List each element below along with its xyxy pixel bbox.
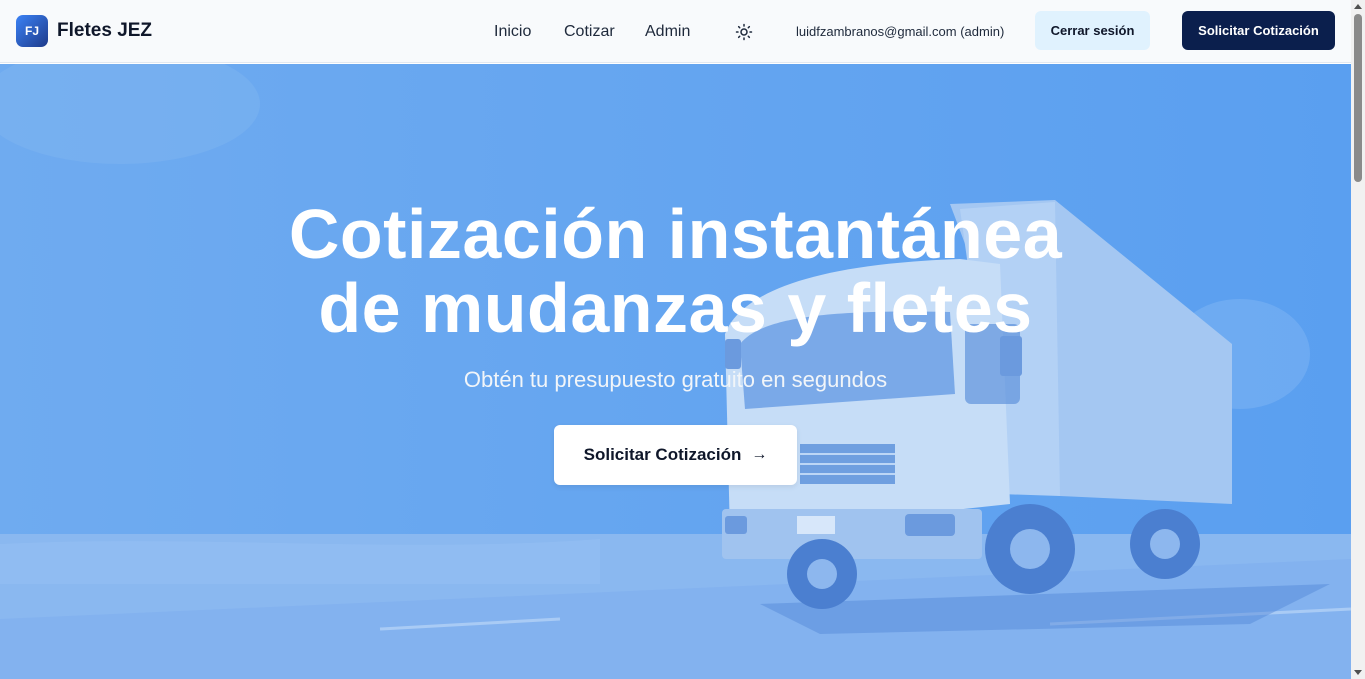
brand-name[interactable]: Fletes JEZ: [57, 20, 152, 42]
hero-title-line-1: Cotización instantánea: [288, 195, 1063, 273]
nav-link-inicio[interactable]: Inicio: [494, 22, 531, 42]
scrollbar-thumb[interactable]: [1354, 14, 1362, 182]
logo-badge[interactable]: FJ: [16, 15, 48, 47]
scroll-down-arrow-icon[interactable]: [1354, 670, 1362, 675]
hero-title: Cotización instantánea de mudanzas y fle…: [0, 197, 1351, 345]
nav-link-cotizar[interactable]: Cotizar: [564, 22, 615, 42]
user-email: luidfzambranos@gmail.com (admin): [796, 24, 1005, 39]
hero-button-label: Solicitar Cotización: [583, 445, 742, 464]
hero-subtitle: Obtén tu presupuesto gratuito en segundo…: [463, 367, 888, 392]
hero-request-quote-button[interactable]: Solicitar Cotización →: [554, 425, 797, 485]
request-quote-button[interactable]: Solicitar Cotización: [1182, 11, 1335, 50]
page-scrollbar[interactable]: [1351, 0, 1365, 679]
scroll-up-arrow-icon[interactable]: [1354, 4, 1362, 9]
arrow-right-icon: →: [751, 446, 768, 463]
sun-icon[interactable]: [735, 23, 753, 41]
nav-link-admin[interactable]: Admin: [645, 22, 690, 42]
logout-button[interactable]: Cerrar sesión: [1035, 11, 1150, 50]
top-navbar: FJ Fletes JEZ Inicio Cotizar Admin luidf…: [0, 0, 1351, 63]
hero-title-line-2: de mudanzas y fletes: [318, 269, 1033, 347]
hero-section: Cotización instantánea de mudanzas y fle…: [0, 64, 1351, 679]
